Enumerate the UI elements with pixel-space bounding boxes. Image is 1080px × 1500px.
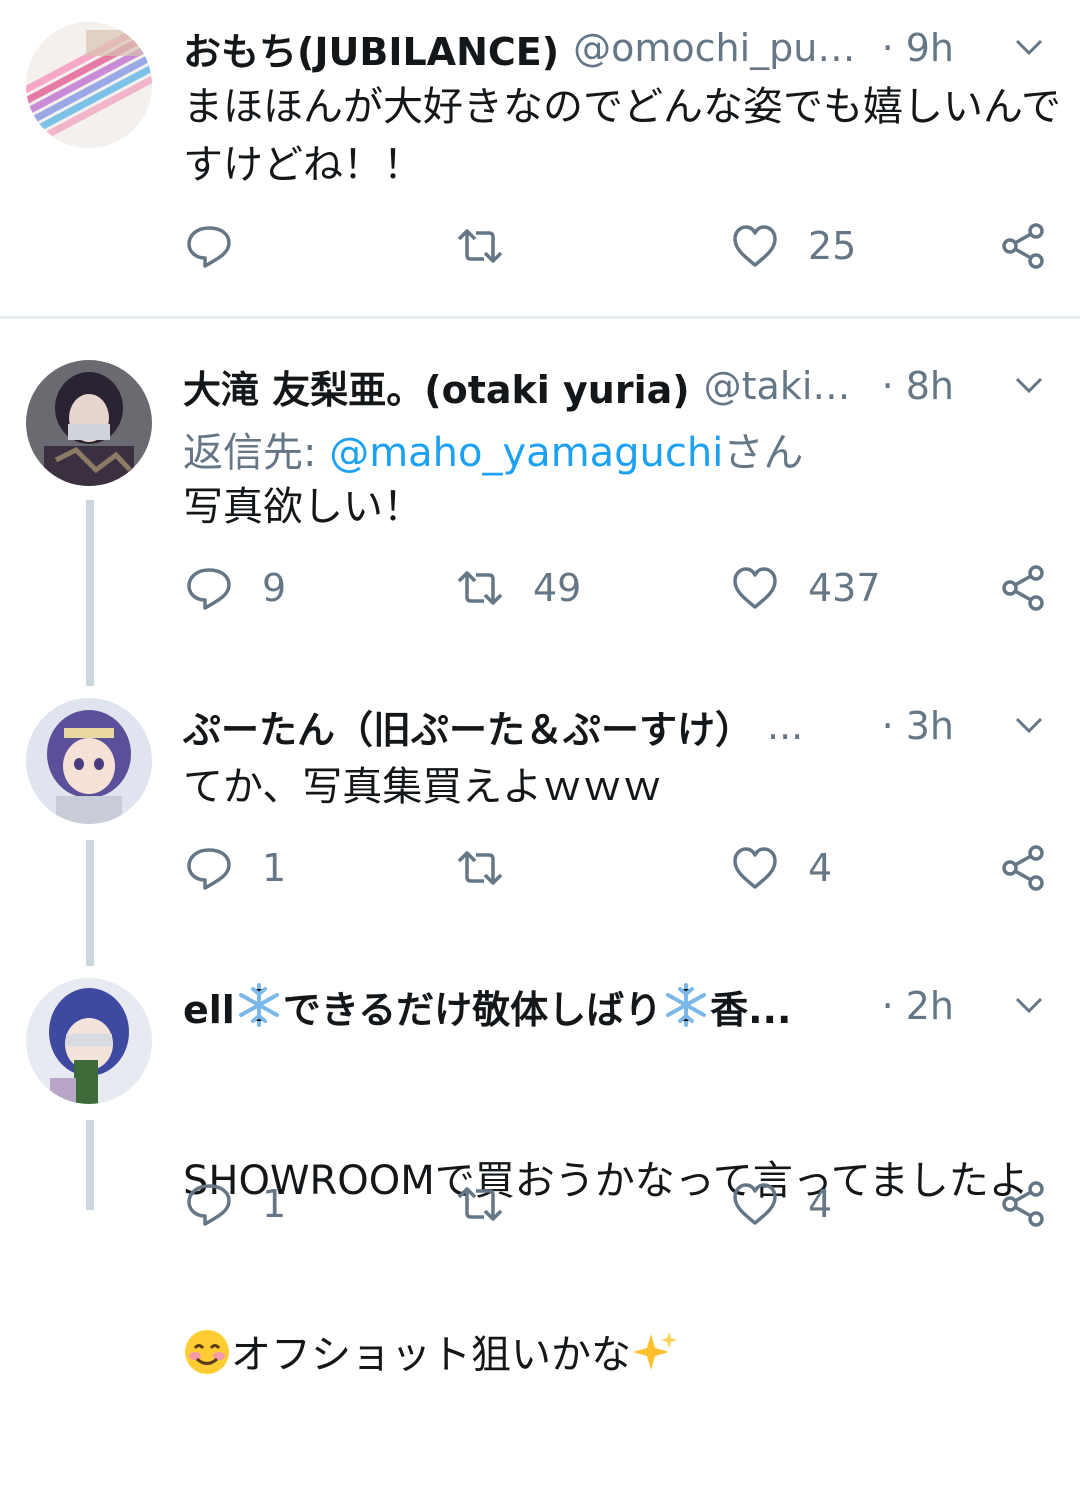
reply-button[interactable] [184,216,262,276]
retweet-count: 49 [533,566,582,610]
share-button[interactable] [998,1174,1048,1234]
retweet-button[interactable] [455,1174,533,1234]
name-part: ell [183,987,235,1032]
action-bar: 9 49 437 [0,558,1080,618]
heart-icon [733,225,777,267]
like-button[interactable]: 4 [730,838,832,898]
reply-button[interactable]: 9 [184,558,286,618]
share-icon [1002,565,1044,611]
divider [0,316,1080,319]
reply-icon [187,848,231,890]
share-button[interactable] [998,838,1048,898]
avatar[interactable] [26,360,152,486]
smiling-face-icon [185,1330,229,1374]
snowflake-icon [238,982,279,1027]
chevron-down-icon[interactable] [1014,32,1044,62]
reply-icon [187,568,231,610]
avatar[interactable] [26,978,152,1104]
action-bar: 25 [0,216,1080,276]
tweet-4[interactable]: ell できるだけ敬体しばり 香... · 2h SHOWROOMで買おうかなって言… [0,950,1080,1378]
tweet-header: ell できるだけ敬体しばり 香... · 2h [183,976,1080,1036]
like-button[interactable]: 437 [730,558,881,618]
share-button[interactable] [998,558,1048,618]
heart-icon [733,1183,777,1225]
like-button[interactable]: 4 [730,1174,832,1234]
timestamp[interactable]: · 8h [882,364,954,408]
tweet-text: てか、写真集買えよｗｗｗ [183,764,663,810]
like-count: 25 [808,224,857,268]
tweet-header: ぷーたん（旧ぷーた＆ぷーすけ） ... · 3h [183,696,1080,756]
chevron-down-icon[interactable] [1014,710,1044,740]
user-handle[interactable]: @takim... [704,364,884,408]
retweet-icon [457,571,503,605]
retweet-icon [457,1187,503,1221]
tweet-3[interactable]: ぷーたん（旧ぷーた＆ぷーすけ） ... · 3h てか、写真集買えよｗｗｗ 1 … [0,660,1080,966]
chevron-down-icon[interactable] [1014,990,1044,1020]
action-bar: 1 4 [0,838,1080,898]
reply-icon [187,226,231,268]
user-handle[interactable]: @omochi_puk... [573,26,873,70]
mention-link[interactable]: @maho_yamaguchi [329,430,723,476]
like-count: 4 [808,1182,833,1226]
name-part: できるだけ敬体しばり [282,987,663,1032]
avatar[interactable] [26,22,152,148]
share-button[interactable] [998,216,1048,276]
action-bar: 1 4 [0,1174,1080,1234]
display-name[interactable]: 大滝 友梨亜。(otaki yuria) [183,359,690,414]
tweet-text: SHOWROOMで買おうかなって言ってましたよ オフショット狙いかな [183,1036,1063,1500]
reply-prefix: 返信先: [183,430,330,476]
tweet-text: 写真欲しい！ [183,484,423,530]
chevron-down-icon[interactable] [1014,370,1044,400]
display-name[interactable]: ell できるだけ敬体しばり 香... [183,979,791,1034]
reply-suffix: さん [723,430,804,476]
reply-count: 1 [262,846,287,890]
like-button[interactable]: 25 [730,216,856,276]
text-line: オフショット狙いかな [183,1326,1063,1384]
like-count: 437 [808,566,881,610]
reply-button[interactable]: 1 [184,838,286,898]
share-icon [1002,223,1044,269]
retweet-button[interactable]: 49 [455,558,581,618]
reply-icon [187,1184,231,1226]
name-part: 香... [710,987,792,1032]
retweet-button[interactable] [455,838,533,898]
heart-icon [733,567,777,609]
display-name[interactable]: おもち(JUBILANCE) [183,21,559,76]
share-icon [1002,845,1044,891]
display-name[interactable]: ぷーたん（旧ぷーた＆ぷーすけ） [183,699,753,754]
avatar[interactable] [26,698,152,824]
like-count: 4 [808,846,833,890]
reply-count: 9 [262,566,287,610]
reply-button[interactable]: 1 [184,1174,286,1234]
tweet-header: 大滝 友梨亜。(otaki yuria) @takim... · 8h [183,356,1080,416]
tweet-text: まほほんが大好きなのでどんな姿でも嬉しいんですけどね！！ [183,84,1061,188]
timestamp[interactable]: · 9h [882,26,954,70]
tweet-1[interactable]: おもち(JUBILANCE) @omochi_puk... · 9h まほほんが… [0,0,1080,318]
text-fragment: オフショット狙いかな [231,1332,631,1378]
replying-to: 返信先: @maho_yamaguchiさん [183,420,803,478]
retweet-button[interactable] [455,216,533,276]
user-handle[interactable]: ... [767,704,803,748]
reply-count: 1 [262,1182,287,1226]
tweet-2[interactable]: 大滝 友梨亜。(otaki yuria) @takim... · 8h 返信先:… [0,320,1080,686]
retweet-icon [457,229,503,263]
timestamp[interactable]: · 3h [882,704,954,748]
snowflake-icon [666,982,707,1027]
timestamp[interactable]: · 2h [882,984,954,1028]
heart-icon [733,847,777,889]
tweet-header: おもち(JUBILANCE) @omochi_puk... · 9h [183,18,1080,78]
sparkles-icon [633,1332,677,1370]
retweet-icon [457,851,503,885]
share-icon [1002,1181,1044,1227]
